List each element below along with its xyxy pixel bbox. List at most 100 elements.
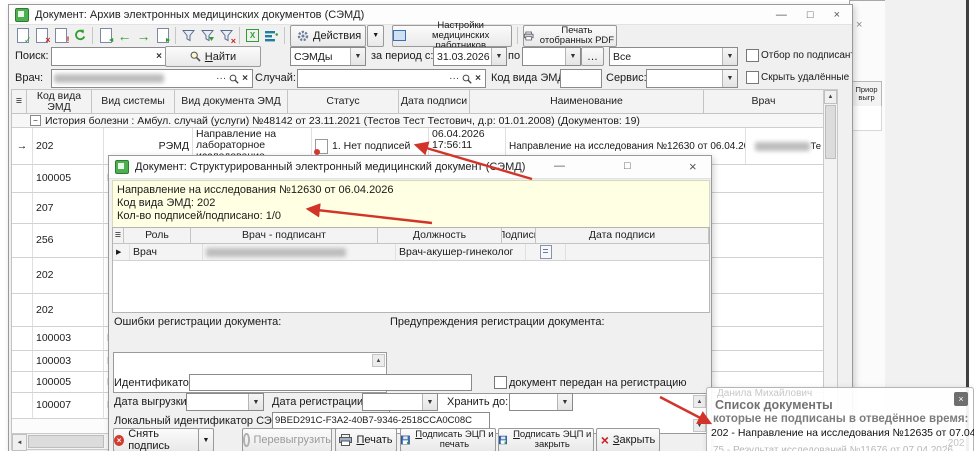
search-input[interactable]: ×	[51, 47, 167, 66]
scroll-up-icon[interactable]: ▲	[824, 90, 837, 104]
column-header[interactable]: Врач - подписант	[191, 228, 378, 244]
minimize-icon[interactable]: —	[554, 160, 565, 172]
signer-row[interactable]: ▶ Врач Врач-акушер-гинеколог	[113, 244, 709, 261]
next-record-icon[interactable]: →	[134, 27, 153, 45]
filter-apply-icon[interactable]	[198, 27, 217, 45]
select-all-icon[interactable]: ≡	[113, 228, 124, 244]
scope-select[interactable]: Все▼	[609, 47, 738, 66]
scroll-up-icon[interactable]: ▲	[372, 354, 385, 367]
select-all-icon[interactable]: ≡	[12, 90, 27, 114]
unsign-button[interactable]: × Снять подпись	[113, 428, 199, 451]
cell-code: 100003	[33, 351, 104, 371]
column-header[interactable]: Наименование	[470, 90, 704, 114]
column-header[interactable]: Вид системы	[92, 90, 175, 114]
filter-clear-icon[interactable]: ×	[217, 27, 236, 45]
group-row[interactable]: − История болезни : Амбул. случай (услуг…	[12, 114, 824, 128]
last-record-icon[interactable]: ►	[153, 27, 172, 45]
maximize-icon[interactable]: □	[807, 9, 814, 21]
remd-id-input[interactable]	[189, 374, 472, 391]
find-button[interactable]: Найти	[165, 46, 261, 67]
excel-export-icon[interactable]: X	[243, 27, 262, 45]
period-from-select[interactable]: 31.03.2026▼	[433, 47, 507, 66]
period-more-button[interactable]: …	[581, 47, 604, 66]
close-icon[interactable]: ×	[856, 19, 862, 31]
emd-code-input[interactable]	[560, 69, 602, 88]
separator	[517, 27, 518, 44]
first-record-icon[interactable]: ◄	[96, 27, 115, 45]
doc-warning-icon[interactable]: !	[51, 27, 70, 45]
close-icon[interactable]: ×	[689, 159, 697, 174]
clear-icon[interactable]: ×	[156, 52, 162, 62]
doc-kind-select[interactable]: СЭМДы▼	[290, 47, 366, 66]
staff-settings-button[interactable]: Настройки медицинских работников	[392, 25, 512, 47]
collapse-icon[interactable]: −	[30, 115, 41, 126]
case-input[interactable]: ··· ×	[297, 69, 486, 88]
keep-until-select[interactable]: ▼	[509, 393, 573, 411]
redacted-text	[206, 248, 346, 257]
printer-icon	[524, 30, 533, 42]
columns-setup-icon[interactable]	[262, 27, 281, 45]
unsign-dropdown[interactable]: ▼	[198, 428, 214, 451]
column-header[interactable]: Статус	[288, 90, 399, 114]
save-icon	[499, 434, 507, 446]
delete-doc-icon[interactable]: ×	[32, 27, 51, 45]
close-button[interactable]: ×	[954, 392, 968, 406]
sign-and-close-button[interactable]: Подписать ЭЦП и закрыть	[498, 428, 594, 451]
gear-icon	[297, 30, 309, 42]
local-id-input[interactable]: 9BED291C-F3A2-40B7-9346-2518CCA0C08C	[272, 412, 490, 429]
separator	[175, 27, 176, 44]
column-header[interactable]: Подпись	[502, 228, 536, 244]
scrollbar-thumb[interactable]	[825, 105, 836, 159]
refresh-icon[interactable]	[70, 27, 89, 45]
clear-icon[interactable]: ×	[475, 74, 481, 84]
semd-dialog: Документ: Структурированный электронный …	[108, 155, 712, 451]
scroll-down-icon[interactable]: ▼	[693, 419, 706, 432]
search-icon[interactable]	[229, 74, 239, 84]
column-header[interactable]: Код вида ЭМД	[27, 90, 92, 114]
close-button[interactable]: × Закрыть	[596, 428, 660, 451]
vertical-scrollbar[interactable]: ▲	[823, 89, 838, 437]
column-header[interactable]: Врач	[704, 90, 824, 114]
scroll-up-icon[interactable]: ▲	[693, 395, 706, 408]
column-header[interactable]: Вид документа ЭМД	[175, 90, 288, 114]
actions-dropdown[interactable]: ▼	[367, 25, 384, 47]
dialog-title: Документ: Структурированный электронный …	[135, 161, 525, 173]
sent-to-registration-checkbox[interactable]	[494, 376, 507, 389]
cell-role: Врач	[130, 244, 203, 260]
clear-icon[interactable]: ×	[242, 74, 248, 84]
search-icon[interactable]	[462, 74, 472, 84]
sign-and-print-button[interactable]: Подписать ЭЦП и печать	[400, 428, 496, 451]
signature-file-icon[interactable]	[540, 245, 552, 259]
period-to-select[interactable]: ▼	[522, 47, 581, 66]
filter-icon[interactable]	[179, 27, 198, 45]
separator	[239, 27, 240, 44]
close-icon[interactable]: ×	[834, 9, 840, 21]
export-date-select[interactable]: ▼	[186, 393, 264, 411]
print-button[interactable]: Печать	[335, 428, 397, 451]
by-signer-checkbox[interactable]	[746, 49, 759, 62]
column-header[interactable]: Роль	[124, 228, 191, 244]
reg-date-select[interactable]: ▼	[362, 393, 438, 411]
warnings-label: Предупреждения регистрации документа:	[390, 316, 605, 328]
more-icon[interactable]: ···	[216, 74, 226, 84]
save-doc-icon[interactable]: ✓	[13, 27, 32, 45]
search-icon	[190, 51, 201, 62]
doctor-input[interactable]: ··· ×	[51, 69, 253, 88]
notification-title: Список документы	[715, 398, 833, 412]
maximize-icon[interactable]: □	[624, 160, 631, 172]
column-header[interactable]: Дата подписи	[399, 90, 470, 114]
notification-popup: Данила Михайлович × Список документы кот…	[706, 387, 974, 451]
actions-button[interactable]: Действия	[290, 25, 366, 47]
cell-code: 207	[33, 193, 104, 223]
column-header[interactable]: Должность	[378, 228, 502, 244]
scrollbar-thumb[interactable]	[28, 435, 104, 448]
scroll-left-icon[interactable]: ◄	[12, 434, 27, 451]
service-select[interactable]: ▼	[646, 69, 738, 88]
minimize-icon[interactable]: —	[776, 9, 787, 21]
more-icon[interactable]: ···	[449, 74, 459, 84]
column-header[interactable]: Дата подписи	[536, 228, 709, 244]
prev-record-icon[interactable]: ←	[115, 27, 134, 45]
hide-deleted-checkbox[interactable]	[746, 71, 759, 84]
close-icon: ×	[601, 434, 609, 446]
print-selected-button[interactable]: Печать отобранных PDF	[523, 25, 617, 47]
